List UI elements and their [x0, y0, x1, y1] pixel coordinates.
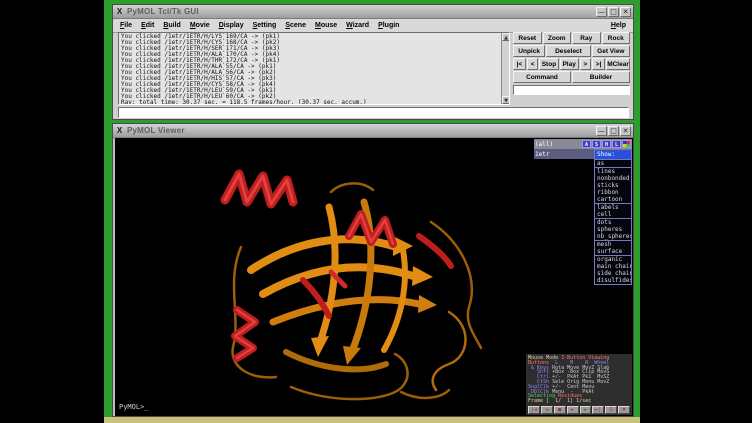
menu-setting[interactable]: Setting [253, 22, 277, 29]
menu-item-nonbonded[interactable]: nonbonded [595, 175, 631, 182]
mclear-button[interactable]: MClear [606, 58, 630, 70]
menu-item-spheres[interactable]: spheres [595, 226, 631, 233]
mouse-mode-panel: Mouse Mode 3-Button Viewing Buttons L M … [526, 354, 632, 415]
maximize-button[interactable]: □ [608, 7, 619, 17]
get-view-button[interactable]: Get View [592, 45, 630, 57]
gui-titlebar[interactable]: X PyMOL Tcl/Tk GUI — □ ✕ [113, 5, 633, 19]
menu-file[interactable]: File [120, 22, 132, 29]
scene-button[interactable]: S [605, 406, 617, 414]
scroll-up-icon[interactable]: ▲ [502, 33, 510, 41]
menu-item-cartoon[interactable]: cartoon [595, 196, 631, 203]
feedback-field[interactable] [513, 85, 630, 95]
unpick-button[interactable]: Unpick [513, 45, 545, 57]
menu-edit[interactable]: Edit [141, 22, 154, 29]
rewind-button[interactable]: |◄ [528, 406, 540, 414]
menu-item-as[interactable]: as [595, 160, 631, 167]
viewer-command-prompt[interactable]: PyMOL>_ [119, 403, 149, 411]
zoom-button[interactable]: Zoom [543, 32, 572, 44]
x11-logo-icon: X [115, 7, 124, 16]
menu-item-disulfides[interactable]: disulfides [595, 277, 631, 284]
menu-plugin[interactable]: Plugin [378, 22, 399, 29]
menu-item-sticks[interactable]: sticks [595, 182, 631, 189]
label-button-l[interactable]: L [612, 140, 621, 148]
menu-item-main-chain[interactable]: main chain [595, 263, 631, 270]
menu-item-mesh[interactable]: mesh [595, 241, 631, 248]
movie-first-button[interactable]: |< [513, 58, 526, 70]
close-button[interactable]: ✕ [620, 7, 631, 17]
rock-button[interactable]: Rock [602, 32, 631, 44]
hide-button-h[interactable]: H [602, 140, 611, 148]
menu-display[interactable]: Display [219, 22, 244, 29]
fast-forward-button[interactable]: ►| [592, 406, 604, 414]
step-back-button[interactable]: ◄ [541, 406, 553, 414]
protein-structure [181, 152, 521, 410]
menu-item-organic[interactable]: organic [595, 256, 631, 263]
play-button[interactable]: ► [567, 406, 579, 414]
menu-item-cell[interactable]: cell [595, 211, 631, 218]
menu-mouse[interactable]: Mouse [315, 22, 337, 29]
menu-item-nb-spheres[interactable]: nb_spheres [595, 233, 631, 240]
movie-last-button[interactable]: >| [592, 58, 605, 70]
minimize-button[interactable]: — [596, 7, 607, 17]
movie-forward-button[interactable]: > [580, 58, 591, 70]
menu-item-surface[interactable]: surface [595, 248, 631, 255]
frame-counter: Frame [ 1/ 1] 1/sec [528, 398, 591, 404]
fullscreen-button[interactable]: ▼ [618, 406, 630, 414]
pymol-gui-window: X PyMOL Tcl/Tk GUI — □ ✕ File Edit Build… [112, 4, 634, 120]
command-button[interactable]: Command [513, 71, 571, 83]
show-menu: Show: as lines nonbonded sticks ribbon c… [594, 149, 632, 285]
movie-stop-button[interactable]: Stop [539, 58, 558, 70]
gui-menubar: File Edit Build Movie Display Setting Sc… [113, 19, 633, 33]
minimize-button[interactable]: — [596, 126, 607, 136]
object-label: (all) [535, 141, 581, 148]
console-scrollbar[interactable]: ▲ ▼ [501, 33, 509, 104]
movie-play-button[interactable]: Play [560, 58, 579, 70]
3d-viewport[interactable]: (all) A S H L 1etr Show: as lines nonbon… [115, 138, 633, 416]
control-button-panel: Reset Zoom Ray Rock Unpick Deselect Get … [513, 32, 630, 105]
reset-button[interactable]: Reset [513, 32, 542, 44]
desktop-bottom-strip [104, 417, 640, 423]
console-line: Ray: total time: 30.37 sec. = 118.5 fram… [121, 100, 507, 105]
close-button[interactable]: ✕ [620, 126, 631, 136]
gui-window-title: PyMOL Tcl/Tk GUI [127, 7, 595, 16]
viewer-titlebar[interactable]: X PyMOL Viewer — □ ✕ [113, 124, 633, 138]
step-forward-button[interactable]: ► [580, 406, 592, 414]
deselect-button[interactable]: Deselect [546, 45, 590, 57]
viewer-window-title: PyMOL Viewer [127, 126, 595, 135]
pymol-viewer-window: X PyMOL Viewer — □ ✕ [112, 123, 634, 417]
maximize-button[interactable]: □ [608, 126, 619, 136]
menu-item-ribbon[interactable]: ribbon [595, 189, 631, 196]
action-button-a[interactable]: A [582, 140, 591, 148]
vcr-controls: |◄ ◄ ■ ► ► ►| S ▼ [528, 406, 630, 414]
stop-button[interactable]: ■ [554, 406, 566, 414]
menu-item-lines[interactable]: lines [595, 168, 631, 175]
output-console[interactable]: You clicked /1etr/1ETR/H/LYS`169/CA -> (… [118, 32, 510, 105]
show-menu-title: Show: [595, 150, 631, 159]
menu-scene[interactable]: Scene [285, 22, 306, 29]
menu-movie[interactable]: Movie [190, 22, 210, 29]
desktop: X PyMOL Tcl/Tk GUI — □ ✕ File Edit Build… [0, 0, 752, 423]
movie-back-button[interactable]: < [527, 58, 538, 70]
x11-logo-icon: X [115, 126, 124, 135]
menu-help[interactable]: Help [611, 22, 626, 29]
color-button-c[interactable] [622, 140, 631, 148]
menu-item-side-chain[interactable]: side chain [595, 270, 631, 277]
menu-build[interactable]: Build [163, 22, 181, 29]
builder-button[interactable]: Builder [572, 71, 630, 83]
command-input[interactable] [118, 107, 629, 118]
menu-wizard[interactable]: Wizard [346, 22, 369, 29]
show-button-s[interactable]: S [592, 140, 601, 148]
ray-button[interactable]: Ray [572, 32, 601, 44]
scroll-down-icon[interactable]: ▼ [502, 96, 510, 104]
menu-item-labels[interactable]: labels [595, 204, 631, 211]
object-row-all[interactable]: (all) A S H L [534, 139, 632, 149]
menu-item-dots[interactable]: dots [595, 219, 631, 226]
